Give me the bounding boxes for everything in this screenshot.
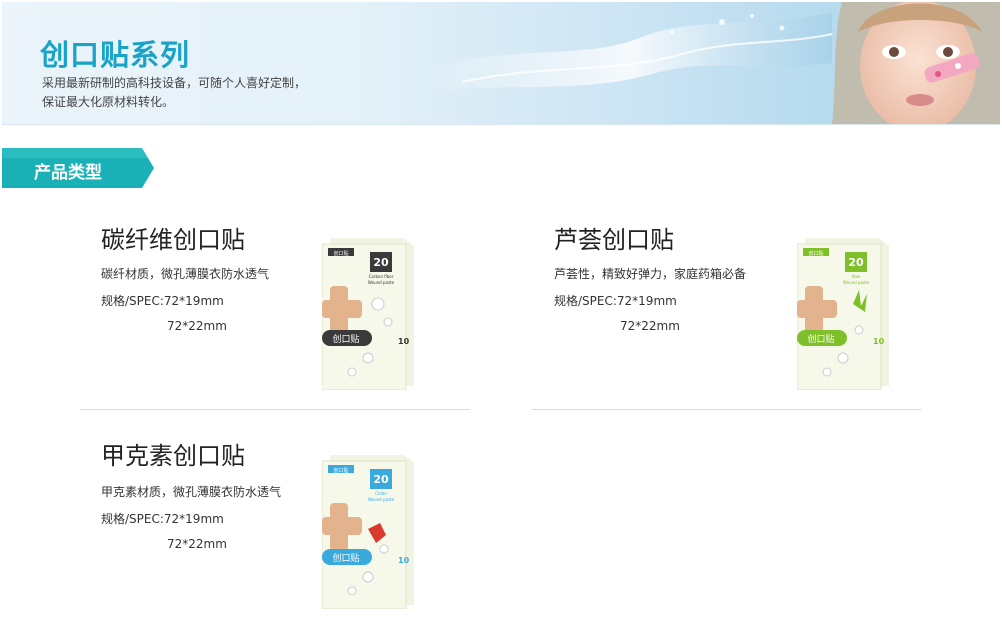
product-box-image: 创口贴 20 Carbon fiber Wound paste 创口贴 10 — [322, 238, 414, 390]
svg-text:创口贴: 创口贴 — [332, 333, 359, 345]
product-title: 甲克素创口贴 — [101, 442, 245, 470]
svg-text:Carbon fiber: Carbon fiber — [369, 274, 394, 279]
svg-text:10: 10 — [398, 337, 410, 346]
product-spec: 规格/SPEC:72*19mm — [101, 512, 224, 526]
svg-text:10: 10 — [398, 556, 410, 565]
svg-text:创口贴: 创口贴 — [333, 250, 348, 257]
product-box-image: 创口贴 20 Aloe Wound paste 创口贴 10 — [797, 238, 889, 390]
divider — [80, 409, 470, 410]
svg-text:创口贴: 创口贴 — [807, 333, 834, 345]
svg-text:Chitin: Chitin — [375, 491, 387, 496]
svg-text:创口贴: 创口贴 — [333, 467, 348, 474]
product-title: 芦荟创口贴 — [554, 226, 674, 254]
product-spec: 规格/SPEC:72*19mm — [101, 294, 224, 308]
svg-text:Aloe: Aloe — [852, 274, 861, 279]
svg-text:创口贴: 创口贴 — [808, 250, 823, 257]
banner-description-line-1: 采用最新研制的高科技设备，可随个人喜好定制， — [42, 76, 307, 90]
product-description: 芦荟性，精致好弹力，家庭药箱必备 — [554, 267, 747, 281]
section-tab-label: 产品类型 — [34, 163, 102, 183]
svg-text:20: 20 — [848, 256, 864, 269]
product-chitin[interactable]: 甲克素创口贴 甲克素材质，微孔薄膜衣防水透气 规格/SPEC:72*19mm 7… — [101, 436, 441, 611]
svg-text:Wound paste: Wound paste — [368, 280, 395, 285]
header-banner: 创口贴系列 采用最新研制的高科技设备，可随个人喜好定制， 保证最大化原材料转化。 — [2, 2, 1000, 125]
product-spec-alt: 72*22mm — [167, 537, 227, 551]
water-splash-image — [422, 10, 842, 92]
section-tab-product-types[interactable]: 产品类型 — [2, 148, 154, 188]
svg-text:创口贴: 创口贴 — [332, 552, 359, 564]
product-spec-alt: 72*22mm — [620, 319, 680, 333]
product-title: 碳纤维创口贴 — [101, 226, 245, 254]
child-photo — [832, 2, 1000, 124]
product-aloe[interactable]: 芦荟创口贴 芦荟性，精致好弹力，家庭药箱必备 规格/SPEC:72*19mm 7… — [554, 220, 894, 390]
product-box-image: 创口贴 20 Chitin Wound paste 创口贴 10 — [322, 455, 414, 609]
svg-text:20: 20 — [373, 473, 389, 486]
product-spec-alt: 72*22mm — [167, 319, 227, 333]
product-spec: 规格/SPEC:72*19mm — [554, 294, 677, 308]
svg-text:Wound paste: Wound paste — [843, 280, 870, 285]
banner-title: 创口贴系列 — [40, 38, 191, 72]
product-carbon-fiber[interactable]: 碳纤维创口贴 碳纤材质，微孔薄膜衣防水透气 规格/SPEC:72*19mm 72… — [101, 220, 441, 390]
banner-description-line-2: 保证最大化原材料转化。 — [42, 95, 175, 109]
product-description: 甲克素材质，微孔薄膜衣防水透气 — [101, 485, 282, 499]
svg-text:Wound paste: Wound paste — [368, 497, 395, 502]
divider — [532, 409, 921, 410]
svg-text:20: 20 — [373, 256, 389, 269]
product-description: 碳纤材质，微孔薄膜衣防水透气 — [101, 267, 270, 281]
svg-text:10: 10 — [873, 337, 885, 346]
